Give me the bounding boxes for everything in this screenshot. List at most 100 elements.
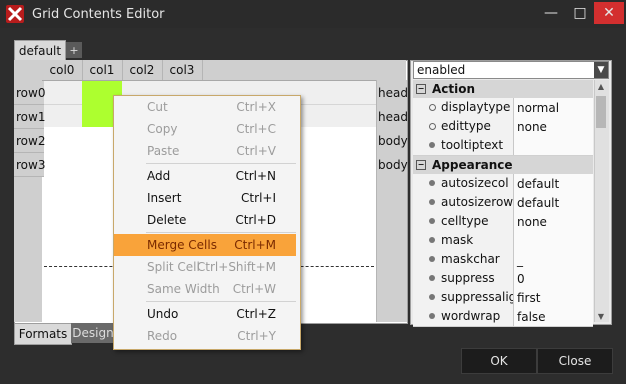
menu-item-label: Insert	[147, 191, 182, 205]
group-label: Appearance	[432, 158, 513, 172]
group-appearance[interactable]: − Appearance	[413, 156, 593, 175]
property-value[interactable]: default	[513, 174, 593, 193]
menu-item-shortcut: Ctrl+W	[232, 282, 276, 296]
menu-item-copy[interactable]: Copy Ctrl+C	[114, 118, 296, 140]
property-value[interactable]	[513, 231, 593, 250]
menu-separator	[146, 163, 296, 164]
row-header-row1[interactable]: row1	[14, 105, 45, 129]
property-name: displaytype	[441, 100, 511, 114]
bullet-icon	[429, 237, 435, 243]
property-value[interactable]: false	[513, 307, 593, 326]
property-name: edittype	[441, 119, 491, 133]
ok-button[interactable]: OK	[461, 348, 537, 374]
row-type-label: body	[378, 134, 408, 148]
collapse-icon[interactable]: −	[416, 84, 426, 94]
group-action[interactable]: − Action	[413, 80, 593, 99]
property-row[interactable]: suppress 0	[413, 269, 593, 289]
collapse-icon[interactable]: −	[416, 160, 426, 170]
tab-design[interactable]: Design	[71, 323, 115, 343]
property-value[interactable]: 0	[513, 269, 593, 288]
property-name: autosizerow	[441, 195, 514, 209]
menu-item-delete[interactable]: Delete Ctrl+D	[114, 209, 296, 231]
property-value[interactable]: first	[513, 288, 593, 307]
close-window-button[interactable]: ✕	[594, 2, 624, 24]
menu-item-label: Split Cell	[147, 260, 200, 274]
property-row[interactable]: wordwrap false	[413, 307, 593, 327]
bullet-icon	[429, 180, 435, 186]
property-row[interactable]: displaytype normal	[413, 98, 593, 118]
column-header-col2[interactable]: col2	[122, 60, 163, 80]
column-header-col0[interactable]: col0	[42, 60, 83, 80]
property-value[interactable]: none	[513, 212, 593, 231]
close-button[interactable]: Close	[537, 348, 613, 374]
menu-item-merge-cells[interactable]: Merge Cells Ctrl+M	[114, 234, 296, 256]
menu-item-label: Paste	[147, 144, 180, 158]
bullet-icon	[429, 313, 435, 319]
menu-item-shortcut: Ctrl+C	[236, 122, 276, 136]
property-value[interactable]: none	[513, 117, 593, 136]
row-type-label: head	[378, 110, 408, 124]
maximize-button[interactable]: □	[565, 2, 595, 24]
chevron-down-icon[interactable]: ▼	[594, 62, 608, 78]
menu-item-split-cell[interactable]: Split Cell Ctrl+Shift+M	[114, 256, 296, 278]
column-header-col3[interactable]: col3	[162, 60, 203, 80]
menu-item-insert[interactable]: Insert Ctrl+I	[114, 187, 296, 209]
property-row[interactable]: tooltiptext	[413, 136, 593, 156]
window-title: Grid Contents Editor	[32, 7, 165, 22]
menu-item-cut[interactable]: Cut Ctrl+X	[114, 96, 296, 118]
property-value[interactable]: default	[513, 193, 593, 212]
row-type-label: body	[378, 158, 408, 172]
menu-item-paste[interactable]: Paste Ctrl+V	[114, 140, 296, 162]
bullet-icon	[429, 218, 435, 224]
bullet-icon	[429, 294, 435, 300]
scrollbar-thumb[interactable]	[596, 96, 606, 128]
row-header-row2[interactable]: row2	[14, 129, 45, 153]
menu-item-add[interactable]: Add Ctrl+N	[114, 165, 296, 187]
menu-item-same-width[interactable]: Same Width Ctrl+W	[114, 278, 296, 300]
ring-icon	[429, 123, 436, 130]
property-name: mask	[441, 233, 474, 247]
property-row[interactable]: maskchar _	[413, 250, 593, 270]
bullet-icon	[429, 199, 435, 205]
menu-item-undo[interactable]: Undo Ctrl+Z	[114, 303, 296, 325]
menu-item-label: Delete	[147, 213, 187, 227]
menu-item-label: Copy	[147, 122, 178, 136]
row-header-row3[interactable]: row3	[14, 153, 45, 177]
menu-item-label: Merge Cells	[147, 238, 217, 252]
property-value[interactable]	[513, 136, 593, 155]
scroll-up-icon[interactable]: ▲	[594, 80, 608, 92]
property-row[interactable]: suppressalig first	[413, 288, 593, 308]
menu-item-shortcut: Ctrl+X	[236, 100, 276, 114]
property-value[interactable]: _	[513, 250, 593, 269]
property-name: wordwrap	[441, 309, 501, 323]
property-row[interactable]: autosizerow default	[413, 193, 593, 213]
property-selector[interactable]: enabled	[413, 61, 609, 79]
ring-icon	[429, 104, 436, 111]
menu-item-redo[interactable]: Redo Ctrl+Y	[114, 325, 296, 347]
bullet-icon	[429, 275, 435, 281]
add-tab-button[interactable]: +	[66, 42, 82, 58]
property-name: celltype	[441, 214, 489, 228]
column-header-col1[interactable]: col1	[82, 60, 123, 80]
property-row[interactable]: mask	[413, 231, 593, 251]
row-header-row0[interactable]: row0	[14, 81, 45, 105]
minimize-button[interactable]: —	[536, 2, 566, 24]
menu-item-shortcut: Ctrl+Shift+M	[196, 260, 276, 274]
menu-item-shortcut: Ctrl+M	[234, 238, 276, 252]
property-name: suppressalig	[441, 290, 517, 304]
app-icon	[6, 5, 24, 23]
property-row[interactable]: autosizecol default	[413, 174, 593, 194]
property-value[interactable]: normal	[513, 98, 593, 117]
tab-formats[interactable]: Formats	[14, 323, 72, 345]
menu-item-label: Same Width	[147, 282, 220, 296]
row-type-label: head	[378, 86, 408, 100]
property-row[interactable]: edittype none	[413, 117, 593, 137]
menu-item-shortcut: Ctrl+D	[235, 213, 276, 227]
property-row[interactable]: celltype none	[413, 212, 593, 232]
menu-separator	[146, 301, 296, 302]
tab-default[interactable]: default	[14, 40, 66, 61]
group-label: Action	[432, 82, 476, 96]
menu-item-label: Undo	[147, 307, 179, 321]
menu-item-shortcut: Ctrl+N	[235, 169, 276, 183]
scroll-down-icon[interactable]: ▼	[594, 310, 608, 322]
